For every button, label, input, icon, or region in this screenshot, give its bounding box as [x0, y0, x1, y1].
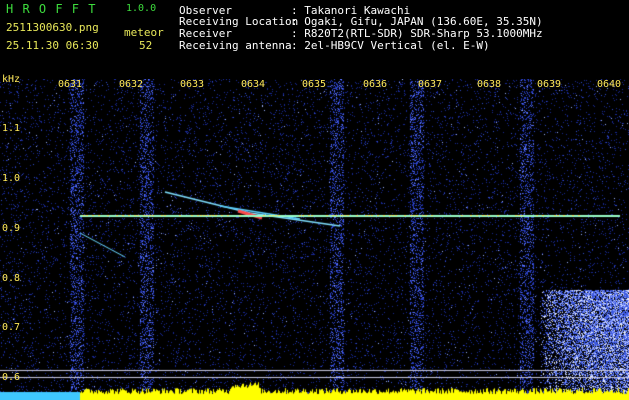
- file-name: 2511300630.png: [6, 21, 99, 34]
- time-tick: 0636: [363, 79, 388, 90]
- freq-tick: 0.6: [2, 372, 21, 383]
- spectrogram-canvas: [0, 79, 629, 400]
- time-tick: 0640: [597, 79, 622, 90]
- time-tick: 0631: [58, 79, 83, 90]
- time-tick: 0639: [537, 79, 562, 90]
- detection-label: meteor: [124, 26, 164, 39]
- meteor-count: 52: [139, 39, 153, 52]
- time-tick: 0637: [418, 79, 443, 90]
- freq-tick: 1.0: [2, 173, 21, 184]
- hrofft-spectrogram-window: H R O F F T 1.0.0 2511300630.png meteor …: [0, 0, 629, 400]
- antenna-label: Receiving antenna: [179, 39, 292, 52]
- freq-tick: 0.8: [2, 273, 21, 284]
- app-title: H R O F F T: [6, 2, 97, 16]
- freq-unit-label: kHz: [2, 74, 21, 85]
- file-datetime: 25.11.30 06:30: [6, 39, 99, 52]
- freq-tick: 0.7: [2, 322, 21, 333]
- app-version: 1.0.0: [126, 3, 157, 14]
- time-tick: 0632: [119, 79, 144, 90]
- antenna-value: : 2el-HB9CV Vertical (el. E-W): [291, 39, 490, 52]
- time-tick: 0634: [241, 79, 266, 90]
- freq-tick: 0.9: [2, 223, 21, 234]
- time-tick: 0635: [302, 79, 327, 90]
- freq-tick: 1.1: [2, 123, 21, 134]
- time-tick: 0633: [180, 79, 205, 90]
- time-tick: 0638: [477, 79, 502, 90]
